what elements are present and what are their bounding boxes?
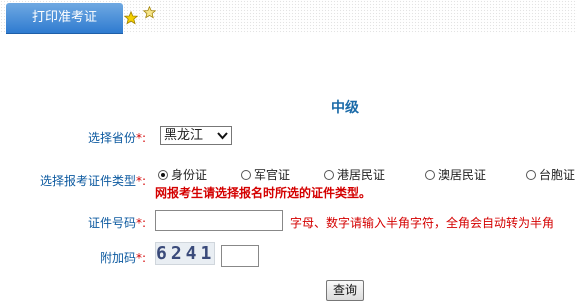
radio-button[interactable] [324, 169, 334, 180]
query-button[interactable]: 查询 [326, 280, 364, 301]
radio-label: 身份证 [171, 168, 208, 182]
province-select[interactable]: 黑龙江 [160, 126, 232, 145]
captcha-label: 附加码*: [100, 251, 147, 265]
id-type-radio-macau[interactable]: 澳居民证 [425, 166, 486, 183]
radio-label: 澳居民证 [438, 168, 487, 182]
level-title: 中级 [331, 100, 359, 116]
id-type-radio-military[interactable]: 军官证 [241, 166, 290, 183]
radio-label: 港居民证 [337, 168, 386, 182]
id-type-radio-hk[interactable]: 港居民证 [324, 166, 385, 183]
province-label: 选择省份*: [88, 131, 147, 145]
radio-button[interactable] [425, 169, 435, 180]
star-icon [143, 6, 156, 19]
tab-print-admission-ticket[interactable]: 打印准考证 [6, 3, 123, 33]
captcha-image[interactable]: 6241 [155, 242, 215, 265]
id-type-label: 选择报考证件类型*: [40, 174, 147, 188]
id-number-label: 证件号码*: [88, 216, 147, 230]
captcha-input[interactable] [221, 245, 259, 267]
radio-button[interactable] [526, 169, 536, 180]
id-type-radio-id-card[interactable]: 身份证 [158, 166, 207, 183]
star-icon [124, 11, 138, 25]
id-number-input[interactable] [155, 210, 283, 231]
chevron-down-icon [217, 132, 228, 140]
radio-label: 军官证 [254, 168, 291, 182]
id-type-radio-taiwan[interactable]: 台胞证 [526, 166, 575, 183]
id-number-hint: 字母、数字请输入半角字符，全角会自动转为半角 [290, 216, 555, 230]
radio-button[interactable] [241, 169, 251, 180]
radio-button[interactable] [158, 169, 168, 180]
id-type-hint: 网报考生请选择报名时所选的证件类型。 [155, 186, 372, 200]
province-select-value: 黑龙江 [164, 128, 204, 143]
radio-label: 台胞证 [539, 168, 576, 182]
